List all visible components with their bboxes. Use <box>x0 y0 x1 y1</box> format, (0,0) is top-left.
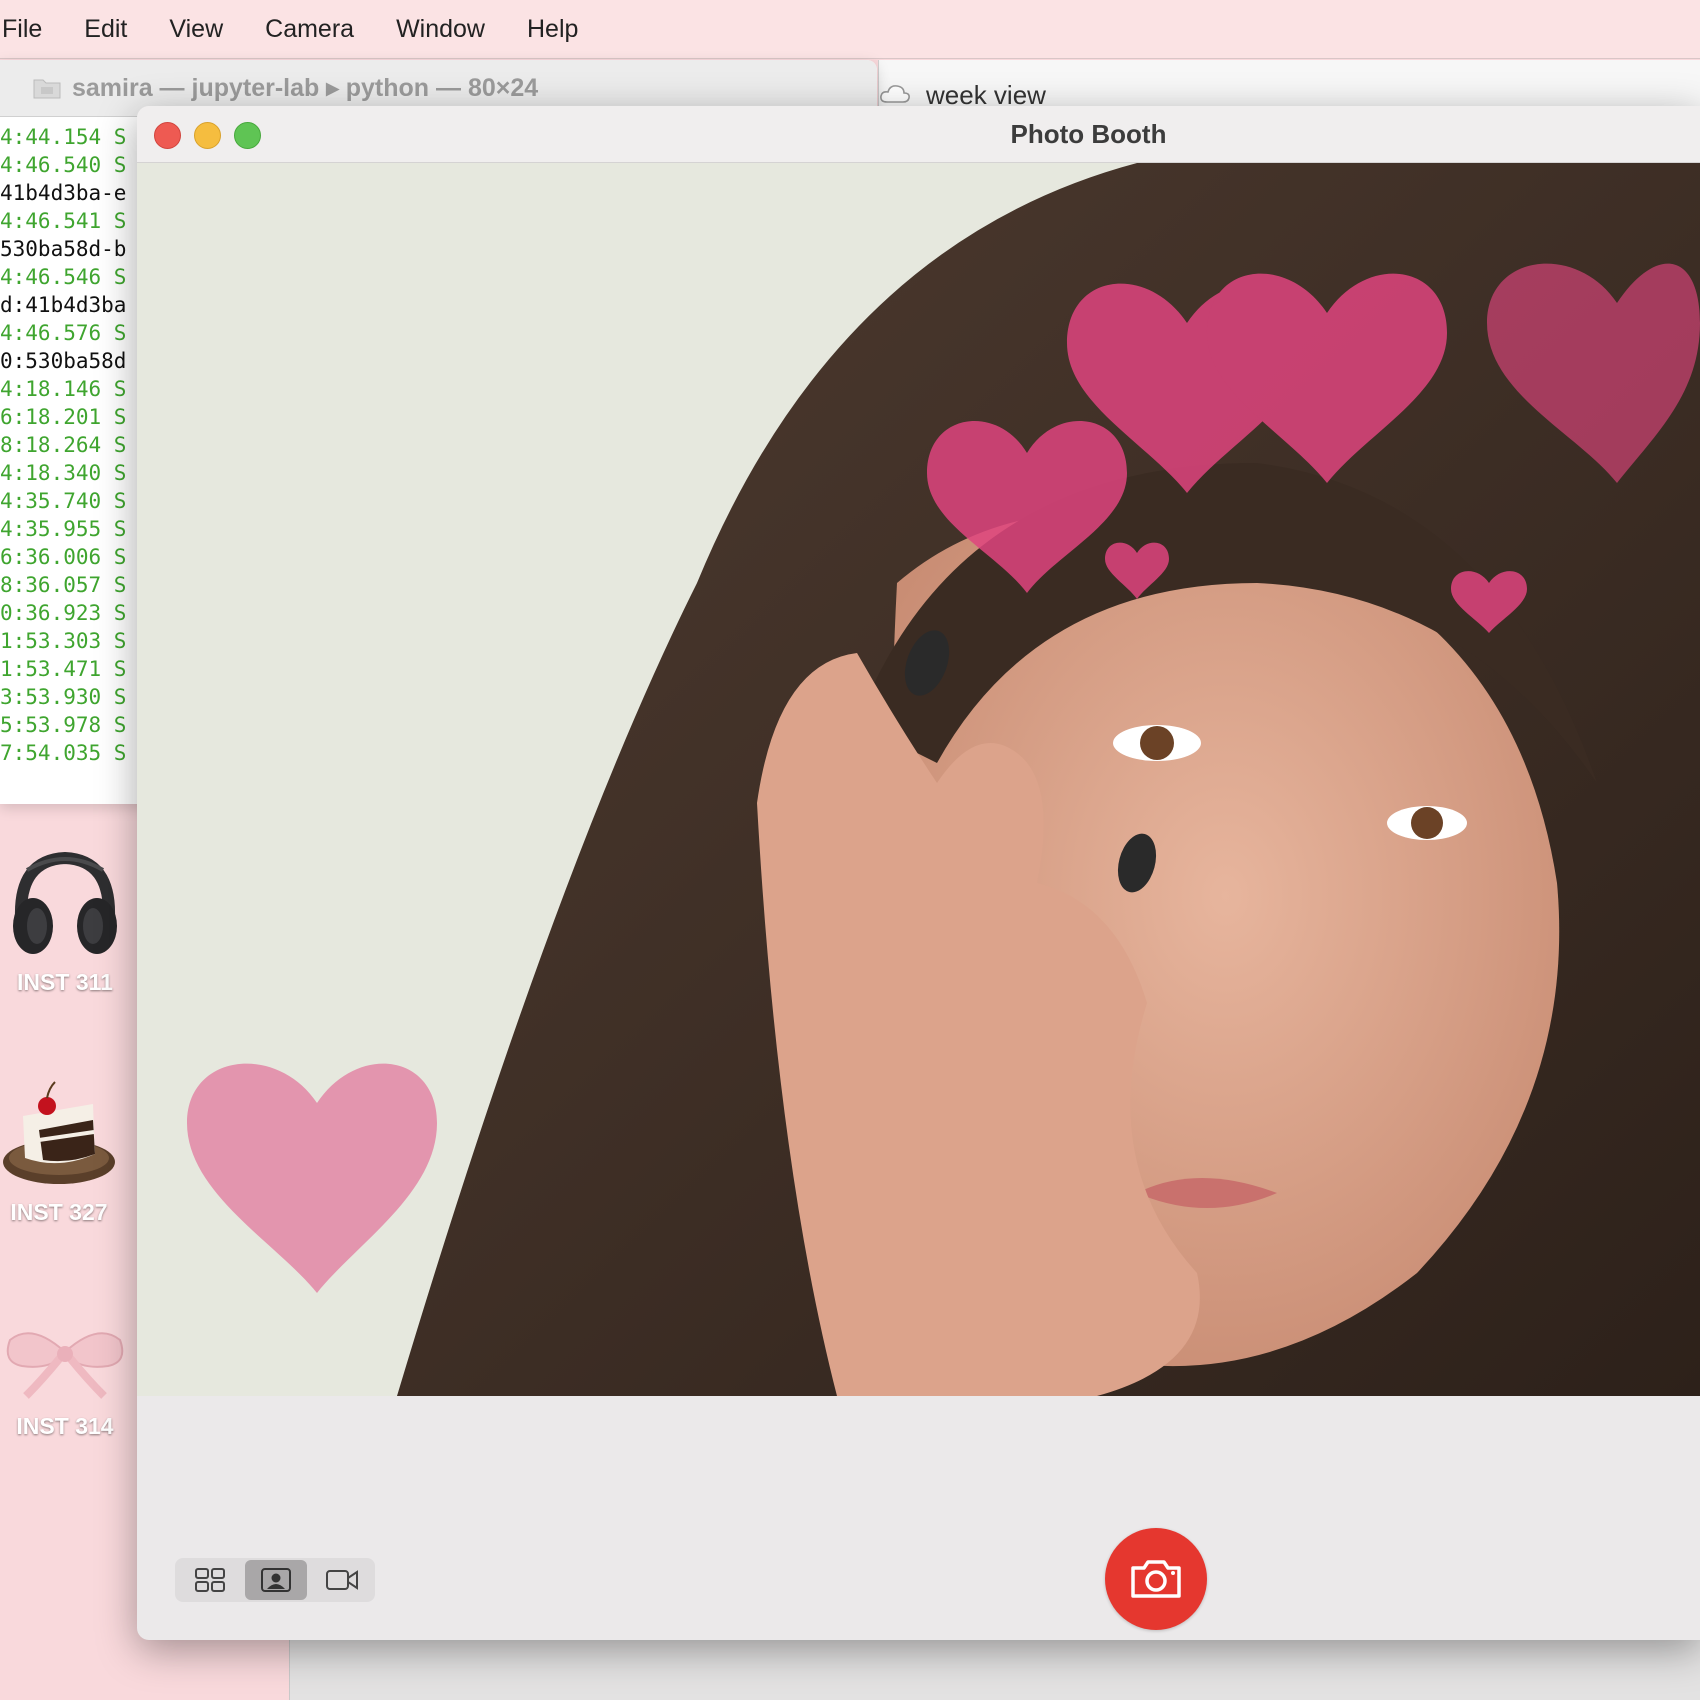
menu-help[interactable]: Help <box>506 15 599 44</box>
take-photo-button[interactable] <box>1105 1528 1207 1630</box>
video-view-button[interactable] <box>311 1560 373 1600</box>
folder-icon <box>33 79 61 99</box>
menu-file[interactable]: File <box>0 15 63 44</box>
photo-booth-window[interactable]: Photo Booth <box>137 106 1700 1640</box>
desktop-icon-label: INST 327 <box>10 1199 108 1225</box>
desktop-icon-inst-327[interactable]: INST 327 <box>0 1078 124 1226</box>
menu-bar: File Edit View Camera Window Help <box>0 0 1700 59</box>
desktop-icon-inst-311[interactable]: INST 311 <box>0 848 130 996</box>
menu-camera[interactable]: Camera <box>244 15 375 44</box>
desktop-icon-inst-314[interactable]: INST 314 <box>0 1322 130 1440</box>
menu-window[interactable]: Window <box>375 15 506 44</box>
desktop-icon-label: INST 314 <box>16 1413 114 1439</box>
photo-view-button[interactable] <box>245 1560 307 1600</box>
cake-icon <box>3 1081 115 1184</box>
menu-view[interactable]: View <box>148 15 244 44</box>
photo-view-icon <box>261 1568 291 1592</box>
grid-view-button[interactable] <box>179 1560 241 1600</box>
terminal-title: samira — jupyter-lab ▸ python — 80×24 <box>72 74 539 102</box>
camera-icon <box>1131 1560 1181 1598</box>
video-view-icon <box>326 1570 358 1590</box>
menu-edit[interactable]: Edit <box>63 15 148 44</box>
camera-preview <box>137 163 1700 1396</box>
bow-icon <box>6 1332 124 1399</box>
view-mode-switcher <box>175 1558 375 1602</box>
photo-booth-titlebar[interactable]: Photo Booth <box>137 106 1700 163</box>
cloud-icon <box>880 85 910 103</box>
headphones-icon <box>13 851 117 954</box>
camera-feed-image <box>137 163 1700 1396</box>
window-title: Photo Booth <box>1010 119 1167 149</box>
desktop-icon-label: INST 311 <box>17 969 113 995</box>
grid-view-icon <box>195 1568 225 1592</box>
